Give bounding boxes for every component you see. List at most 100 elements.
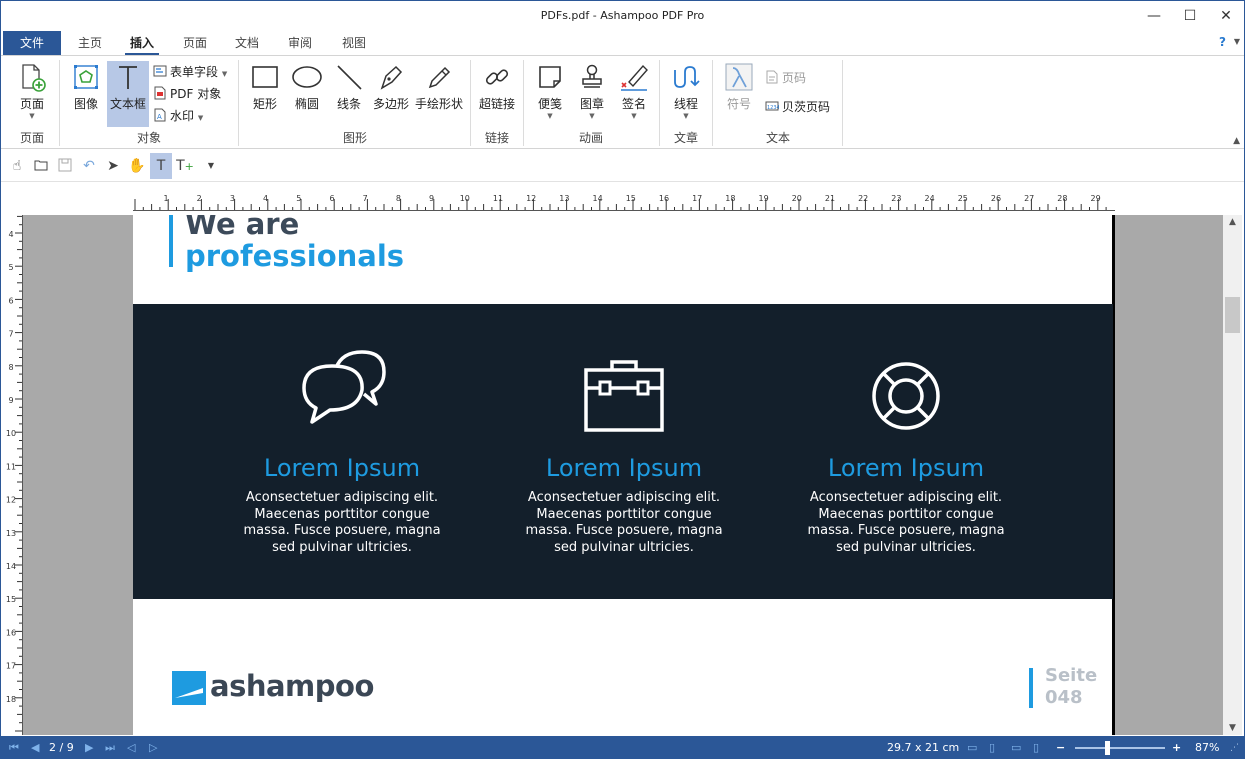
thread-icon [674,66,700,88]
ruler-label: 16 [659,194,669,203]
ruler-label: 14 [6,562,16,571]
ruler-label: 9 [8,396,13,405]
two-page-continuous-icon[interactable]: ▯ [1033,736,1039,758]
stamp-button[interactable]: 图章 ▼ [573,62,611,120]
ruler-label: 9 [429,194,434,203]
feature-title: Lorem Ipsum [827,454,985,482]
add-text-icon[interactable]: T+ [174,153,196,179]
tab-document[interactable]: 文档 [226,31,268,55]
ruler-label: 10 [460,194,470,203]
scroll-down-icon[interactable]: ▼ [1223,723,1242,733]
tab-review[interactable]: 审阅 [279,31,321,55]
feature-body: Aconsectetuer adipiscing elit. Maecenas … [807,490,1005,555]
zoom-slider-track[interactable] [1075,747,1165,749]
help-button[interactable]: ? [1219,35,1226,49]
two-page-view-icon[interactable]: ▭ [1011,736,1021,758]
ruler-label: 20 [792,194,802,203]
ruler-label: 12 [6,496,16,505]
ruler-label: 21 [825,194,835,203]
ruler-label: 11 [493,194,503,203]
ruler-label: 5 [8,263,13,272]
resize-grip-icon[interactable]: ⋰ [1230,736,1239,758]
ashampoo-logo-mark [172,671,206,705]
polygon-tool-button[interactable]: 多边形 [370,62,412,112]
hyperlink-button[interactable]: 超链接 [475,62,519,112]
insert-textbox-button[interactable]: 文本框 [107,61,149,127]
ellipse-tool-button[interactable]: 椭圆 [288,62,326,112]
zoom-level: 87% [1195,741,1220,754]
hero-heading-line2: professionals [185,239,405,273]
tab-page[interactable]: 页面 [174,31,216,55]
open-folder-icon[interactable] [30,153,52,179]
rectangle-icon [252,66,278,88]
bates-number-button[interactable]: 1234 贝茨页码 [765,97,830,117]
form-field-button[interactable]: 表单字段 ▼ [153,62,227,82]
back-view-icon[interactable]: ◁ [127,736,135,758]
ruler-label: 27 [1024,194,1034,203]
select-arrow-icon[interactable]: ➤ [102,153,124,179]
pdf-object-button[interactable]: PDF 对象 [153,84,221,104]
tab-view[interactable]: 视图 [333,31,375,55]
article-thread-button[interactable]: 线程 ▼ [666,62,706,120]
chevron-down-icon[interactable]: ▼ [1234,37,1240,46]
ruler-label: 18 [725,194,735,203]
tab-insert[interactable]: 插入 [121,31,163,55]
hand-pan-icon[interactable]: ✋ [126,153,148,179]
page-footer-bar [1029,668,1033,708]
document-canvas[interactable]: We are professionals Lorem Ipsum Aconsec… [23,215,1223,735]
zoom-out-icon[interactable]: − [1056,736,1065,758]
add-page-button[interactable]: 页面 ▼ [11,62,53,120]
watermark-button[interactable]: A 水印 ▼ [153,106,203,126]
customize-toolbar-icon[interactable]: ▼ [200,153,222,179]
minimize-button[interactable]: — [1137,1,1171,31]
ruler-label: 8 [8,363,13,372]
tab-file[interactable]: 文件 [3,31,61,55]
ruler-label: 28 [1057,194,1067,203]
line-tool-button[interactable]: 线条 [330,62,368,112]
first-page-icon[interactable]: ⏮ [9,736,19,758]
prev-page-icon[interactable]: ◀ [31,736,39,758]
signature-button[interactable]: 签名 ▼ [615,62,653,120]
continuous-view-icon[interactable]: ▯ [989,736,995,758]
insert-image-button[interactable]: 图像 [65,62,107,112]
last-page-icon[interactable]: ⏭ [105,736,115,758]
ruler-label: 17 [6,662,16,671]
ruler-label: 16 [6,628,16,637]
collapse-ribbon-icon[interactable]: ▲ [1233,136,1240,146]
ruler-label: 6 [8,296,13,305]
ruler-label: 22 [858,194,868,203]
scrollbar-thumb[interactable] [1225,297,1240,333]
group-label-shapes: 图形 [342,131,367,145]
zoom-in-icon[interactable]: + [1172,736,1181,758]
ribbon: 页面 ▼ 页面 图像 文本框 表单字段 ▼ PDF 对象 A 水印 ▼ 对象 矩… [1,55,1244,149]
maximize-button[interactable]: ☐ [1173,1,1207,31]
page-indicator[interactable]: 2 / 9 [49,736,74,758]
ruler-label: 3 [230,194,235,203]
text-select-icon[interactable]: T [150,153,172,179]
zoom-slider-thumb[interactable] [1104,741,1110,755]
freehand-tool-button[interactable]: 手绘形状 [413,62,465,112]
vertical-scrollbar[interactable]: ▲ ▼ [1223,215,1242,735]
group-label-object: 对象 [136,131,161,145]
page-number-button[interactable]: 页码 [765,68,806,88]
save-icon[interactable] [54,153,76,179]
symbol-button[interactable]: 符号 [719,62,759,112]
tab-home[interactable]: 主页 [69,31,111,55]
accent-bar [169,215,173,267]
window-title: PDFs.pdf - Ashampoo PDF Pro [540,9,705,22]
svg-text:A: A [157,113,162,121]
sticky-note-button[interactable]: 便笺 ▼ [531,62,569,120]
lambda-icon [725,63,753,91]
forward-view-icon[interactable]: ▷ [149,736,157,758]
close-button[interactable]: ✕ [1209,1,1243,31]
pdf-object-icon [154,86,166,100]
single-page-view-icon[interactable]: ▭ [967,736,977,758]
rectangle-tool-button[interactable]: 矩形 [246,62,284,112]
next-page-icon[interactable]: ▶ [85,736,93,758]
ribbon-tabs: 文件 主页 插入 页面 文档 审阅 视图 ? ▼ [1,31,1244,55]
page-footer-number: Seite 048 [1045,665,1098,708]
group-label-anim: 动画 [578,131,603,145]
scroll-up-icon[interactable]: ▲ [1223,217,1242,227]
touch-mode-icon[interactable]: ☝ [6,153,28,179]
undo-icon[interactable]: ↶ [78,153,100,179]
